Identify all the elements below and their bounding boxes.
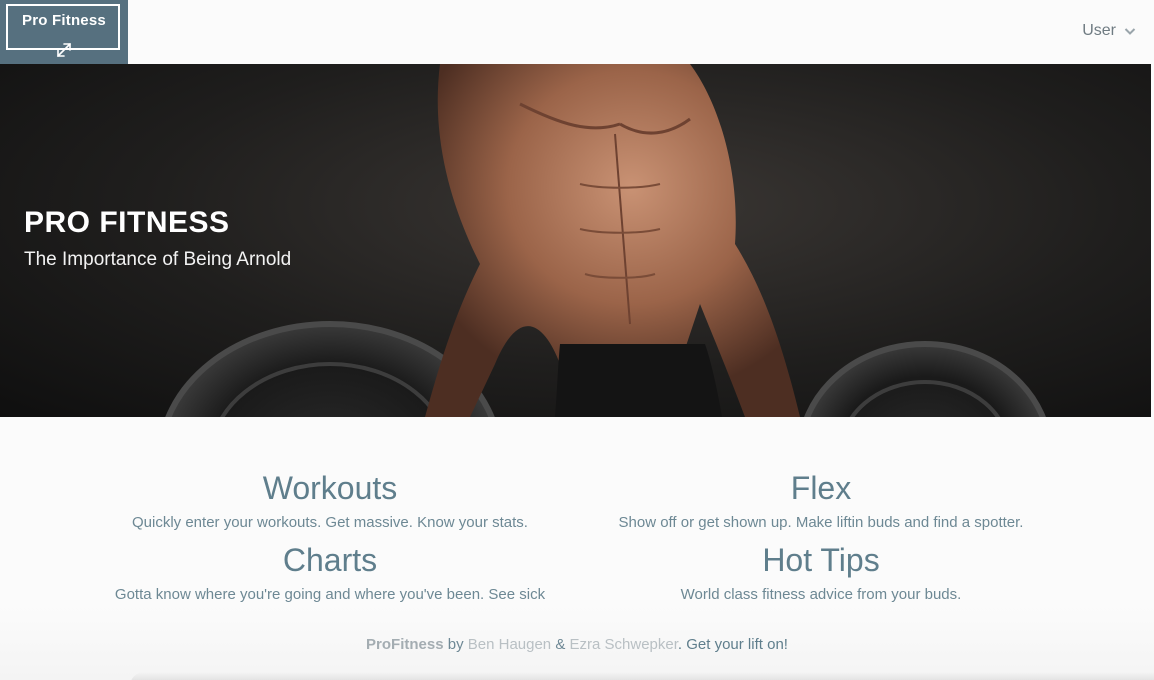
chevron-down-icon [1124, 28, 1136, 35]
footer: ProFitness by Ben Haugen & Ezra Schwepke… [0, 606, 1154, 680]
user-menu-dropdown[interactable]: User [1082, 20, 1136, 42]
feature-title[interactable]: Charts [70, 540, 590, 580]
footer-ampersand: & [555, 636, 566, 653]
feature-hot-tips: Hot Tips World class fitness advice from… [561, 540, 1081, 606]
hero-athlete-image [165, 64, 1046, 417]
feature-flex: Flex Show off or get shown up. Make lift… [561, 468, 1081, 534]
feature-workouts: Workouts Quickly enter your workouts. Ge… [70, 468, 590, 534]
footer-tagline: . Get your lift on! [677, 636, 788, 653]
feature-description: Gotta know where you're going and where … [114, 586, 546, 603]
feature-description: Quickly enter your workouts. Get massive… [132, 514, 528, 531]
footer-credits: ProFitness by Ben Haugen & Ezra Schwepke… [0, 636, 1154, 653]
hero-subtitle: The Importance of Being Arnold [24, 249, 292, 270]
page: Pro Fitness User PRO FITNESS The Importa… [0, 0, 1154, 680]
footer-by: by [447, 636, 464, 653]
hero-title: PRO FITNESS [24, 206, 230, 239]
footer-brand: ProFitness [366, 636, 444, 653]
feature-title[interactable]: Flex [561, 468, 1081, 508]
footer-author-link[interactable]: Ben Haugen [468, 636, 551, 653]
feature-title[interactable]: Hot Tips [561, 540, 1081, 580]
brand-logo-text: Pro Fitness [22, 12, 106, 29]
feature-description: Show off or get shown up. Make liftin bu… [618, 514, 1024, 531]
feature-description: World class fitness advice from your bud… [680, 586, 962, 603]
footer-author-link[interactable]: Ezra Schwepker [570, 636, 678, 653]
hero-banner: PRO FITNESS The Importance of Being Arno… [0, 64, 1151, 417]
brand-logo[interactable]: Pro Fitness [0, 0, 128, 64]
user-menu-label: User [1082, 22, 1116, 39]
footer-shadow [130, 672, 1154, 680]
feature-charts: Charts Gotta know where you're going and… [70, 540, 590, 606]
expand-arrows-icon [57, 43, 71, 57]
top-navbar: Pro Fitness User [0, 0, 1154, 64]
feature-title[interactable]: Workouts [70, 468, 590, 508]
